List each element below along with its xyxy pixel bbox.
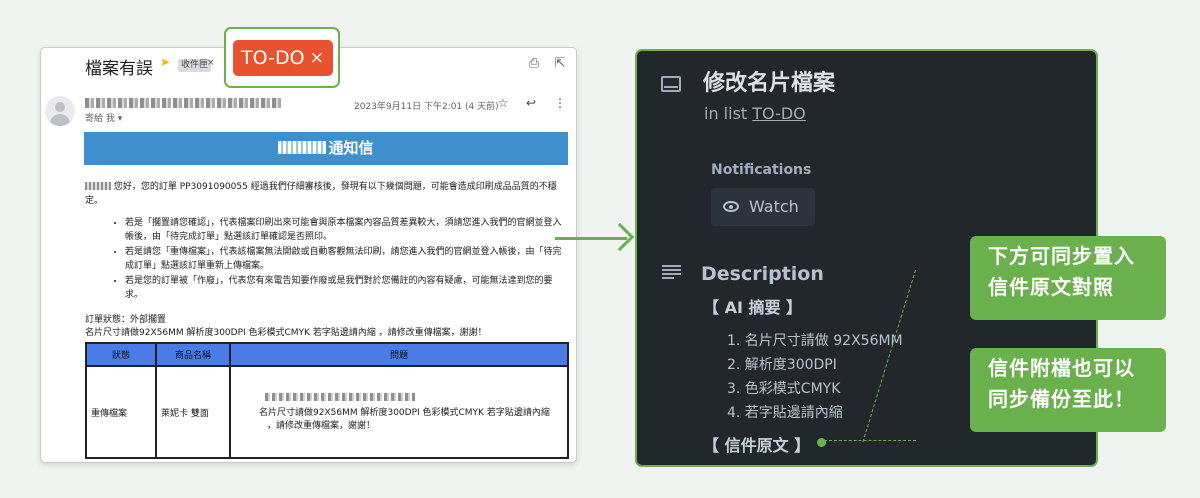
card-title[interactable]: 修改名片檔案 — [703, 65, 835, 97]
watch-button[interactable]: Watch — [711, 188, 815, 226]
email-subject: 檔案有誤 — [85, 59, 153, 79]
email-greeting: 您好，您的訂單 PP3091090055 經過我們仔細審核後，發現有以下幾個問題… — [85, 180, 569, 208]
callout-sync-original: 下方可同步置入 信件原文對照 — [970, 236, 1166, 320]
description-icon — [662, 265, 681, 279]
list-item: 2. 解析度300DPI — [727, 357, 837, 373]
close-icon[interactable]: × — [310, 40, 324, 76]
banner-redacted — [278, 141, 327, 154]
callout-line: 下方可同步置入 — [988, 244, 1135, 268]
table-header: 狀態 — [85, 342, 157, 367]
table-cell-product: 萊妮卡 雙面 — [155, 365, 231, 459]
ai-summary-heading: 【 AI 摘要 】 — [703, 298, 803, 317]
table-header: 商品名稱 — [155, 342, 231, 367]
open-new-icon[interactable]: ⇱ — [552, 56, 568, 72]
callout-attachment-backup: 信件附檔也可以 同步備份至此！ — [970, 348, 1166, 432]
print-icon[interactable]: ⎙ — [526, 56, 542, 72]
list-item: 若是您的訂單被「作廢」，代表您有來電告知要作廢或是我們對於您備註的內容有疑慮，可… — [125, 274, 570, 302]
callout-line: 同步備份至此！ — [988, 387, 1135, 411]
email-view: 檔案有誤 ➤ 收件匣 × ⎙ ⇱ 寄給 我 ▾ 2023年9月11日 下午2:0… — [40, 47, 577, 463]
todo-label-chip[interactable]: TO-DO × — [233, 40, 333, 76]
order-table: 狀態 商品名稱 問題 重傳檔案 萊妮卡 雙面 名片尺寸請做92X56MM 解析度… — [85, 342, 569, 459]
reply-icon[interactable]: ↩ — [524, 96, 538, 110]
issue-redacted — [265, 393, 415, 401]
sender-name-redacted — [85, 98, 281, 108]
list-item: 4. 若字貼邊請內縮 — [727, 405, 843, 421]
email-banner: 通知信 — [84, 132, 568, 165]
table-cell-status: 重傳檔案 — [85, 365, 157, 459]
order-note: 名片尺寸請做92X56MM 解析度300DPI 色彩模式CMYK 若字貼邊請內縮… — [85, 328, 487, 338]
importance-marker-icon: ➤ — [160, 55, 171, 69]
list-item: 1. 名片尺寸請做 92X56MM — [727, 333, 903, 349]
issue-line: 名片尺寸請做92X56MM 解析度300DPI 色彩模式CMYK 若字貼邊請內縮 — [259, 408, 550, 418]
table-cell-issue: 名片尺寸請做92X56MM 解析度300DPI 色彩模式CMYK 若字貼邊請內縮… — [229, 365, 569, 459]
watch-label: Watch — [749, 197, 799, 216]
description-heading: Description — [701, 263, 824, 285]
order-status: 訂單狀態：外部擱置 — [85, 315, 167, 325]
table-row: 重傳檔案 萊妮卡 雙面 名片尺寸請做92X56MM 解析度300DPI 色彩模式… — [85, 365, 569, 459]
remove-label-icon[interactable]: × — [207, 58, 215, 68]
order-status-block: 訂單狀態：外部擱置 名片尺寸請做92X56MM 解析度300DPI 色彩模式CM… — [85, 314, 487, 340]
table-header-row: 狀態 商品名稱 問題 — [85, 342, 569, 367]
greeting-redacted — [85, 182, 111, 190]
star-icon[interactable]: ☆ — [496, 96, 510, 110]
more-icon[interactable]: ⋮ — [553, 96, 567, 110]
avatar — [45, 96, 75, 126]
in-list-prefix: in list — [704, 104, 753, 123]
notifications-label: Notifications — [711, 162, 812, 178]
issue-line: ，請修改重傳檔案，謝謝！ — [267, 421, 376, 431]
list-item: 若是「擱置請您確認」，代表檔案印刷出來可能會與原本檔案內容品質差異較大，須請您進… — [125, 216, 570, 244]
original-email-heading: 【 信件原文 】 — [703, 436, 811, 455]
list-link[interactable]: TO-DO — [752, 104, 806, 123]
arrow-right-icon — [605, 222, 635, 252]
table-header: 問題 — [229, 342, 569, 367]
recipient-toggle[interactable]: 寄給 我 ▾ — [85, 111, 122, 124]
card-icon — [661, 76, 681, 92]
callout-line: 信件原文對照 — [988, 275, 1114, 299]
card-list-info: in list TO-DO — [704, 104, 806, 123]
connector-dashed-line — [824, 440, 916, 441]
ai-summary-list: 1. 名片尺寸請做 92X56MM 2. 解析度300DPI 3. 色彩模式CM… — [727, 329, 903, 425]
email-bullet-list: 若是「擱置請您確認」，代表檔案印刷出來可能會與原本檔案內容品質差異較大，須請您進… — [115, 216, 570, 303]
todo-label-text: TO-DO — [241, 47, 305, 69]
list-item: 若是請您「重傳檔案」，代表該檔案無法開啟或自動客觀無法印刷，請您進入我們的官網並… — [125, 245, 570, 273]
email-date: 2023年9月11日 下午2:01 (4 天前) — [354, 102, 499, 112]
banner-text: 通知信 — [328, 139, 374, 157]
todo-label-highlight: TO-DO × — [224, 27, 340, 88]
callout-line: 信件附檔也可以 — [988, 356, 1135, 380]
greeting-text: 您好，您的訂單 PP3091090055 經過我們仔細審核後，發現有以下幾個問題… — [85, 182, 557, 206]
eye-icon — [723, 201, 739, 212]
